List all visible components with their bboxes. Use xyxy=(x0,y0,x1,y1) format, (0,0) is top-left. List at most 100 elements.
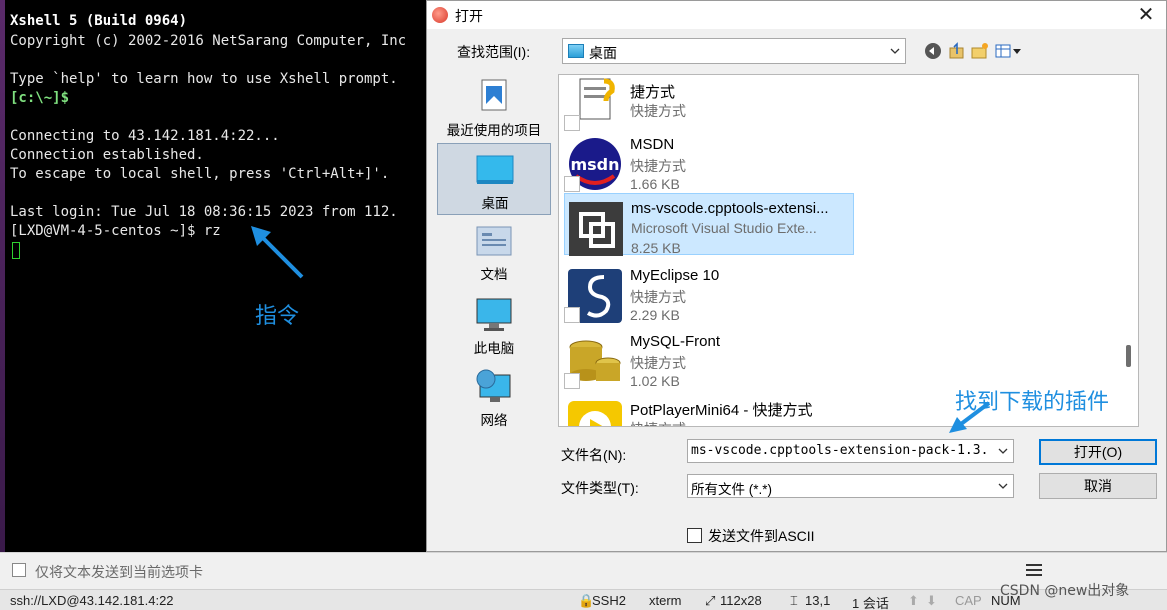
file-type: 快捷方式 xyxy=(630,289,686,305)
terminal-line: To escape to local shell, press 'Ctrl+Al… xyxy=(10,166,390,182)
watermark: CSDN @new出对象 xyxy=(1000,583,1130,599)
place-network[interactable]: 网络 xyxy=(437,367,551,431)
screen: Xshell 5 (Build 0964) Copyright (c) 2002… xyxy=(0,0,1167,610)
computer-icon xyxy=(476,298,512,331)
file-item-selected[interactable]: ms-vscode.cpptools-extensi... Microsoft … xyxy=(564,193,854,256)
vsix-package-icon xyxy=(569,202,623,256)
file-type: Microsoft Visual Studio Exte... xyxy=(631,220,817,236)
terminal-line: Last login: Tue Jul 18 08:36:15 2023 fro… xyxy=(10,204,398,220)
down-arrow-icon: ⬇ xyxy=(926,593,937,608)
status-size: 112x28 xyxy=(720,593,762,608)
terminal-window[interactable]: Xshell 5 (Build 0964) Copyright (c) 2002… xyxy=(5,0,430,552)
up-arrow-icon: ⬆ xyxy=(908,593,919,608)
file-type: 快捷方式 xyxy=(630,355,686,371)
filename-label: 文件名(N): xyxy=(561,447,627,463)
place-this-pc[interactable]: 此电脑 xyxy=(437,295,551,359)
file-size: 1.66 KB xyxy=(630,176,680,192)
filename-value: ms-vscode.cpptools-extension-pack-1.3. xyxy=(691,443,989,458)
lookin-value: 桌面 xyxy=(589,45,617,61)
open-file-dialog: 打开 ✕ 查找范围(I): 桌面 最近使用的项目 桌面 文档 此电脑 网络 捷方… xyxy=(426,0,1167,552)
send-ascii-checkbox[interactable] xyxy=(687,528,702,543)
place-label: 文档 xyxy=(480,267,508,282)
file-name: MySQL-Front xyxy=(630,333,721,350)
potplayer-icon xyxy=(568,401,622,426)
svg-text:msdn: msdn xyxy=(570,155,619,174)
file-item[interactable]: MyEclipse 10 快捷方式 2.29 KB xyxy=(564,261,854,323)
file-item[interactable]: msdn MSDN 快捷方式 1.66 KB xyxy=(564,130,854,192)
annotation-command-label: 指令 xyxy=(255,304,300,329)
back-icon[interactable] xyxy=(924,42,942,60)
lookin-label: 查找范围(I): xyxy=(457,44,531,60)
filetype-label: 文件类型(T): xyxy=(561,480,639,496)
send-ascii-label: 发送文件到ASCII xyxy=(708,528,815,544)
file-size: 2.29 KB xyxy=(630,307,680,323)
status-cursor-position: 13,1 xyxy=(805,593,831,608)
terminal-line: Copyright (c) 2002-2016 NetSarang Comput… xyxy=(10,33,407,49)
file-name: 捷方式 xyxy=(630,84,676,101)
place-documents[interactable]: 文档 xyxy=(437,221,551,285)
filename-field[interactable]: ms-vscode.cpptools-extension-pack-1.3. xyxy=(687,439,1014,463)
filetype-value: 所有文件 (*.*) xyxy=(691,482,772,497)
file-list[interactable]: 捷方式 快捷方式 msdn MSDN 快捷方式 1.66 KB ms-vscod… xyxy=(558,74,1139,427)
terminal-line: Xshell 5 (Build 0964) xyxy=(10,13,188,29)
file-type: 快捷方式 xyxy=(630,103,686,119)
place-desktop[interactable]: 桌面 xyxy=(437,143,551,215)
up-folder-icon[interactable] xyxy=(948,42,966,60)
terminal-line: Connection established. xyxy=(10,147,204,163)
place-label: 此电脑 xyxy=(473,341,515,356)
app-logo-icon xyxy=(432,7,448,23)
file-type: 快捷方式 xyxy=(630,419,854,426)
shortcut-arrow-icon xyxy=(564,307,580,323)
terminal-cursor xyxy=(12,242,20,259)
file-name: PotPlayerMini64 - 快捷方式 xyxy=(630,402,813,419)
vertical-scrollbar[interactable] xyxy=(1122,75,1136,426)
file-item[interactable]: 捷方式 快捷方式 xyxy=(564,75,854,131)
annotation-arrow-icon xyxy=(251,226,304,279)
file-type: 快捷方式 xyxy=(630,158,686,174)
shortcut-arrow-icon xyxy=(564,176,580,192)
status-caps: CAP xyxy=(955,593,982,608)
cancel-button[interactable]: 取消 xyxy=(1039,473,1157,499)
open-button[interactable]: 打开(O) xyxy=(1039,439,1157,465)
status-terminal-type: xterm xyxy=(649,593,682,608)
file-item[interactable]: PotPlayerMini64 - 快捷方式 快捷方式 xyxy=(564,393,854,426)
status-connection: ssh://LXD@43.142.181.4:22 xyxy=(10,593,174,608)
compose-icon xyxy=(12,563,26,577)
compose-placeholder[interactable]: 仅将文本发送到当前选项卡 xyxy=(35,562,203,582)
place-recent-items[interactable]: 最近使用的项目 xyxy=(437,73,551,141)
place-label: 网络 xyxy=(480,413,508,428)
recent-items-icon xyxy=(481,79,507,111)
shortcut-arrow-icon xyxy=(564,115,580,131)
documents-icon xyxy=(476,226,512,256)
file-item[interactable]: MySQL-Front 快捷方式 1.02 KB xyxy=(564,327,854,389)
view-menu-icon[interactable] xyxy=(995,42,1023,60)
status-sessions: 1 会话 xyxy=(852,596,889,610)
filetype-dropdown[interactable]: 所有文件 (*.*) xyxy=(687,474,1014,498)
desktop-folder-icon xyxy=(568,44,584,58)
place-label: 最近使用的项目 xyxy=(446,123,542,138)
file-name: MSDN xyxy=(630,136,675,153)
lookin-dropdown[interactable]: 桌面 xyxy=(562,38,906,64)
file-size: 8.25 KB xyxy=(631,240,681,256)
status-bar: ssh://LXD@43.142.181.4:22 🔒 SSH2 xterm ⤢… xyxy=(0,589,1167,610)
status-protocol: SSH2 xyxy=(592,593,626,608)
desktop-icon xyxy=(476,155,514,184)
chevron-down-icon xyxy=(998,483,1008,489)
terminal-line: Type `help' to learn how to use Xshell p… xyxy=(10,71,398,87)
compose-bar[interactable]: 仅将文本发送到当前选项卡 xyxy=(0,552,1167,589)
new-folder-icon[interactable] xyxy=(971,42,989,60)
cursor-pos-icon: ⌶ xyxy=(790,593,798,608)
network-icon xyxy=(476,369,511,402)
shortcut-arrow-icon xyxy=(564,373,580,389)
terminal-command-line: [LXD@VM-4-5-centos ~]$ rz xyxy=(10,223,221,239)
close-button[interactable]: ✕ xyxy=(1134,3,1158,27)
terminal-prompt: [c:\~]$ xyxy=(10,90,70,106)
file-size: 1.02 KB xyxy=(630,373,680,389)
terminal-line: Connecting to 43.142.181.4:22... xyxy=(10,128,280,144)
chevron-down-icon[interactable] xyxy=(997,445,1009,457)
scrollbar-thumb[interactable] xyxy=(1126,345,1131,367)
place-label: 桌面 xyxy=(481,196,509,211)
resize-icon: ⤢ xyxy=(705,593,716,608)
dialog-title: 打开 xyxy=(455,8,483,24)
dialog-titlebar[interactable]: 打开 ✕ xyxy=(427,1,1166,29)
